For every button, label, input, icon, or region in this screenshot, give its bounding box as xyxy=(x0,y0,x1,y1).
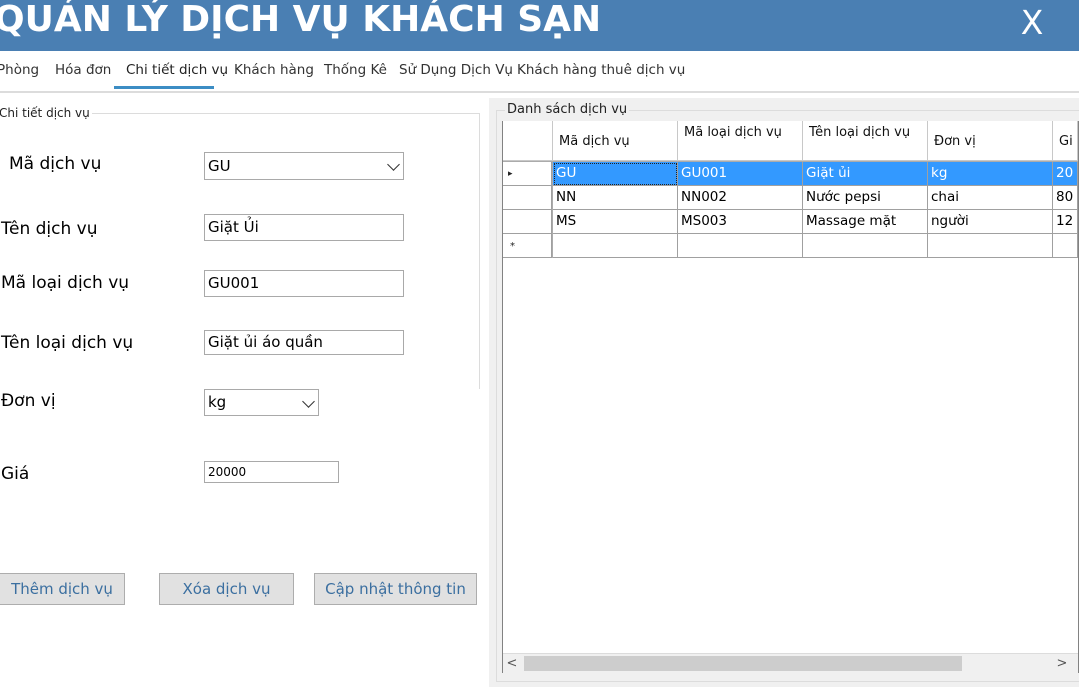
ten-dich-vu-label: Tên dịch vụ xyxy=(1,219,98,239)
tab-chi-tiet-dich-vu[interactable]: Chi tiết dịch vụ xyxy=(126,51,228,89)
ma-dich-vu-combo[interactable]: GU xyxy=(204,152,404,180)
title-bar: QUẢN LÝ DỊCH VỤ KHÁCH SẠN X xyxy=(0,0,1079,51)
table-cell[interactable]: MS xyxy=(553,210,678,234)
scroll-left-icon[interactable]: < xyxy=(503,654,521,673)
don-vi-combo[interactable]: kg xyxy=(204,389,319,416)
row-header-current[interactable]: ▸ xyxy=(503,162,552,186)
table-cell[interactable]: chai xyxy=(928,186,1053,210)
ma-dich-vu-value: GU xyxy=(208,157,231,175)
scroll-thumb[interactable] xyxy=(524,656,962,671)
grid-col-header[interactable]: Gi xyxy=(1053,121,1078,161)
delete-service-button[interactable]: Xóa dịch vụ xyxy=(159,573,294,605)
active-tab-indicator xyxy=(114,86,214,89)
table-cell[interactable]: 12 xyxy=(1053,210,1078,234)
table-cell[interactable]: NN xyxy=(553,186,678,210)
ma-loai-dich-vu-input[interactable]: GU001 xyxy=(204,270,404,297)
table-cell[interactable]: Nước pepsi xyxy=(803,186,928,210)
tab-khach-hang[interactable]: Khách hàng xyxy=(234,51,314,89)
horizontal-scrollbar[interactable]: < > xyxy=(503,653,1078,673)
table-cell[interactable]: MS003 xyxy=(678,210,803,234)
new-row-cell[interactable] xyxy=(678,234,803,258)
gia-label: Giá xyxy=(1,464,30,484)
add-service-button[interactable]: Thêm dịch vụ xyxy=(0,573,125,605)
table-cell[interactable]: người xyxy=(928,210,1053,234)
chevron-down-icon[interactable] xyxy=(387,158,400,171)
app-title: QUẢN LÝ DỊCH VỤ KHÁCH SẠN xyxy=(0,0,602,40)
table-cell[interactable]: Massage mặt xyxy=(803,210,928,234)
table-cell[interactable]: GU xyxy=(553,162,678,186)
table-cell[interactable]: kg xyxy=(928,162,1053,186)
row-header-new[interactable]: * xyxy=(503,234,552,258)
table-cell[interactable]: Giặt ủi xyxy=(803,162,928,186)
new-row-cell[interactable] xyxy=(803,234,928,258)
new-row-cell[interactable] xyxy=(1053,234,1078,258)
ten-loai-dich-vu-input[interactable]: Giặt ủi áo quần xyxy=(204,330,404,355)
ma-loai-dich-vu-label: Mã loại dịch vụ xyxy=(1,273,130,293)
table-cell[interactable]: 80 xyxy=(1053,186,1078,210)
row-header[interactable] xyxy=(503,210,552,234)
close-button[interactable]: X xyxy=(1017,1,1047,47)
new-row-cell[interactable] xyxy=(553,234,678,258)
don-vi-label: Đơn vị xyxy=(1,391,56,411)
grid-col-header[interactable]: Tên loại dịch vụ xyxy=(803,121,928,161)
new-row-cell[interactable] xyxy=(928,234,1053,258)
list-group-label: Danh sách dịch vụ xyxy=(505,102,630,117)
tab-thong-ke[interactable]: Thống Kê xyxy=(324,51,387,89)
detail-group-label: Chi tiết dịch vụ xyxy=(0,106,92,120)
grid-col-header[interactable]: Đơn vị xyxy=(928,121,1053,161)
chevron-down-icon[interactable] xyxy=(302,394,315,408)
grid-empty-area xyxy=(503,258,1078,653)
tab-phong[interactable]: Phòng xyxy=(0,51,39,89)
update-info-button[interactable]: Cập nhật thông tin xyxy=(314,573,477,605)
tab-khach-hang-thue-dich-vu[interactable]: Khách hàng thuê dịch vụ xyxy=(517,51,685,89)
grid-col-header[interactable]: Mã dịch vụ xyxy=(553,121,678,161)
table-cell[interactable]: 20 xyxy=(1053,162,1078,186)
row-header[interactable] xyxy=(503,186,552,210)
table-cell[interactable]: NN002 xyxy=(678,186,803,210)
tab-su-dung-dich-vu[interactable]: Sử Dụng Dịch Vụ xyxy=(399,51,513,89)
grid-col-header[interactable]: Mã loại dịch vụ xyxy=(678,121,803,161)
scroll-right-icon[interactable]: > xyxy=(1053,654,1071,673)
ten-loai-dich-vu-label: Tên loại dịch vụ xyxy=(1,333,134,353)
gia-input[interactable]: 20000 xyxy=(204,461,339,483)
tab-hoa-don[interactable]: Hóa đơn xyxy=(55,51,111,89)
ma-dich-vu-label: Mã dịch vụ xyxy=(9,154,102,174)
table-cell[interactable]: GU001 xyxy=(678,162,803,186)
grid-corner-header xyxy=(503,121,553,161)
ten-dich-vu-input[interactable]: Giặt Ủi xyxy=(204,214,404,241)
don-vi-value: kg xyxy=(208,393,227,411)
